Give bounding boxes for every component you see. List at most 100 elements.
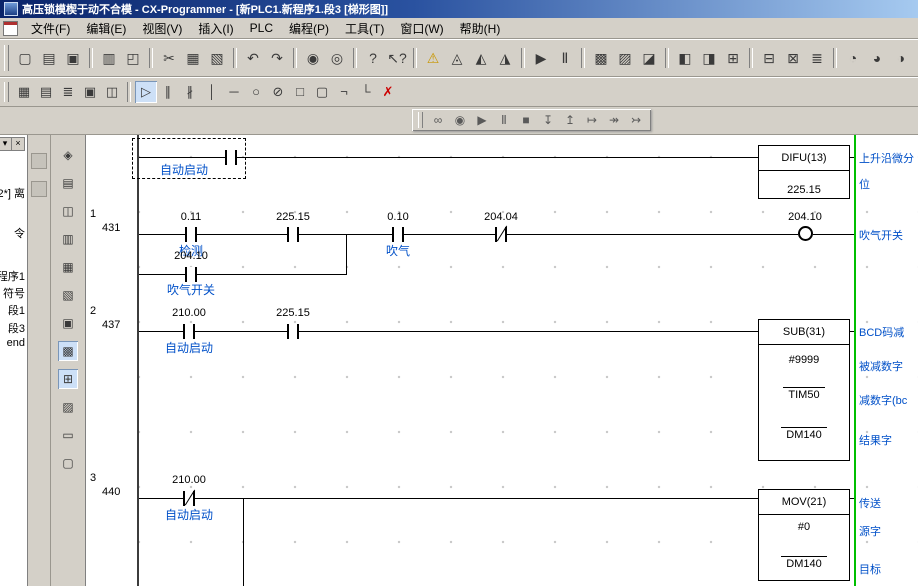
contact-no[interactable]	[287, 324, 299, 339]
menu-item[interactable]: 窗口(W)	[392, 18, 451, 39]
vertical-line-button[interactable]: │	[201, 81, 223, 103]
open-button[interactable]: ▤	[37, 46, 61, 70]
pause-monitoring-button[interactable]: ◉	[449, 110, 471, 130]
toggle-project-button[interactable]: ⊠	[781, 46, 805, 70]
settings-button[interactable]: ◪	[637, 46, 661, 70]
new-button[interactable]: ▢	[13, 46, 37, 70]
falling-edge-button[interactable]: └	[355, 81, 377, 103]
toolbar-button[interactable]	[749, 48, 753, 68]
dock-icon[interactable]	[31, 153, 47, 169]
tree-item-symbols[interactable]: 符号	[3, 285, 25, 301]
instruction-block-sub[interactable]: SUB(31) #9999 TIM50 DM140	[758, 319, 850, 461]
side-tool-5-button[interactable]: ▦	[58, 257, 78, 277]
contact-no[interactable]	[185, 267, 197, 282]
menu-item[interactable]: 工具(T)	[337, 18, 392, 39]
coil-nc-button[interactable]: ⊘	[267, 81, 289, 103]
instruction-block-mov[interactable]: MOV(21) #0 DM140	[758, 489, 850, 581]
contact-no[interactable]	[185, 227, 197, 242]
contact-nc[interactable]	[495, 227, 507, 242]
menu-item[interactable]: 编程(P)	[281, 18, 337, 39]
toggle-comment-button[interactable]: ≣	[805, 46, 829, 70]
monitor-glasses-button[interactable]: ∞	[427, 110, 449, 130]
toolbar-button[interactable]	[521, 48, 525, 68]
instruction-block-difu[interactable]: DIFU(13) 225.15	[758, 145, 850, 199]
toolbar-grip[interactable]	[4, 82, 9, 102]
delete-tool-button[interactable]: ✗	[377, 81, 399, 103]
rung-list-button[interactable]: ≣	[57, 81, 79, 103]
side-tool-11-button[interactable]: ▭	[58, 425, 78, 445]
address-reference-button[interactable]: ◨	[697, 46, 721, 70]
contact-nc-button[interactable]: ∦	[179, 81, 201, 103]
toolbar-button[interactable]	[293, 48, 297, 68]
undo-button[interactable]: ↶	[241, 46, 265, 70]
toolbar-button[interactable]	[233, 48, 237, 68]
redo-button[interactable]: ↷	[265, 46, 289, 70]
side-tool-4-button[interactable]: ▥	[58, 229, 78, 249]
continuous-step-button[interactable]: ↠	[603, 110, 625, 130]
step-in-button[interactable]: ↧	[537, 110, 559, 130]
tree-item-end[interactable]: end	[7, 337, 25, 349]
tree-item-program[interactable]: 程序1	[0, 268, 25, 284]
coil-no-button[interactable]: ○	[245, 81, 267, 103]
output-window-button[interactable]: ⊟	[757, 46, 781, 70]
ladder-tool-button[interactable]	[127, 82, 131, 102]
menu-item[interactable]: 插入(I)	[190, 18, 241, 39]
side-tool-3-button[interactable]: ◫	[58, 201, 78, 221]
side-tool-10-button[interactable]: ▨	[58, 397, 78, 417]
monitor-box-button[interactable]: ▣	[79, 81, 101, 103]
contact-no[interactable]	[287, 227, 299, 242]
transfer-button[interactable]: ◮	[493, 46, 517, 70]
toolbar-button[interactable]	[413, 48, 417, 68]
scan-run-button[interactable]: ↣	[625, 110, 647, 130]
print-button[interactable]: ▥	[97, 46, 121, 70]
step-over-button[interactable]: ↦	[581, 110, 603, 130]
side-tool-6-button[interactable]: ▧	[58, 285, 78, 305]
menu-item[interactable]: 编辑(E)	[78, 18, 134, 39]
stop-button[interactable]: ■	[515, 110, 537, 130]
project-tree-panel[interactable]: ▾ × PM2*] 离 令 程序1 符号 段1 段3 end	[0, 135, 28, 586]
find-button[interactable]: ◉	[301, 46, 325, 70]
toolbar-grip[interactable]	[4, 45, 9, 70]
show-grid-button[interactable]: ▦	[13, 81, 35, 103]
menu-item[interactable]: 文件(F)	[23, 18, 78, 39]
toolbar-grip[interactable]	[418, 112, 423, 128]
replace-button[interactable]: ◎	[325, 46, 349, 70]
contact-no[interactable]	[392, 227, 404, 242]
zoom-out-button[interactable]: ◕	[865, 46, 889, 70]
rung-comment-button[interactable]: ▤	[35, 81, 57, 103]
dock-icon[interactable]	[31, 181, 47, 197]
program-check-button[interactable]: ◬	[445, 46, 469, 70]
step-out-button[interactable]: ↥	[559, 110, 581, 130]
cut-button[interactable]: ✂	[157, 46, 181, 70]
inverted-instruction-button[interactable]: ▢	[311, 81, 333, 103]
memory-button[interactable]: ▨	[613, 46, 637, 70]
zoom-fit-button[interactable]: ◑	[889, 46, 913, 70]
tree-item[interactable]: 令	[14, 225, 25, 241]
help-button[interactable]: ?	[361, 46, 385, 70]
side-tool-7-button[interactable]: ▣	[58, 313, 78, 333]
save-button[interactable]: ▣	[61, 46, 85, 70]
pause-button[interactable]: Ⅱ	[493, 110, 515, 130]
watch-window-button[interactable]: ⊞	[721, 46, 745, 70]
side-tool-1-button[interactable]: ◈	[58, 145, 78, 165]
tree-item-section1[interactable]: 段1	[8, 302, 25, 318]
zoom-in-button[interactable]: ◔	[841, 46, 865, 70]
print-preview-button[interactable]: ◰	[121, 46, 145, 70]
toolbar-button[interactable]	[581, 48, 585, 68]
toolbar-button[interactable]	[833, 48, 837, 68]
work-online-button[interactable]: ▶	[529, 46, 553, 70]
instruction-box-button[interactable]: □	[289, 81, 311, 103]
rising-edge-button[interactable]: ¬	[333, 81, 355, 103]
compile-button[interactable]: ⚠	[421, 46, 445, 70]
side-tool-9-button[interactable]: ⊞	[58, 369, 78, 389]
toolbar-button[interactable]	[149, 48, 153, 68]
toolbar-button[interactable]	[353, 48, 357, 68]
tree-item-plc[interactable]: PM2*] 离	[0, 185, 25, 201]
horizontal-line-button[interactable]: ─	[223, 81, 245, 103]
online-edit-button[interactable]: ◭	[469, 46, 493, 70]
contact-nc[interactable]	[183, 491, 195, 506]
contact-no[interactable]	[183, 324, 195, 339]
child-window-icon[interactable]	[3, 21, 18, 36]
paste-button[interactable]: ▧	[205, 46, 229, 70]
io-table-button[interactable]: ▩	[589, 46, 613, 70]
